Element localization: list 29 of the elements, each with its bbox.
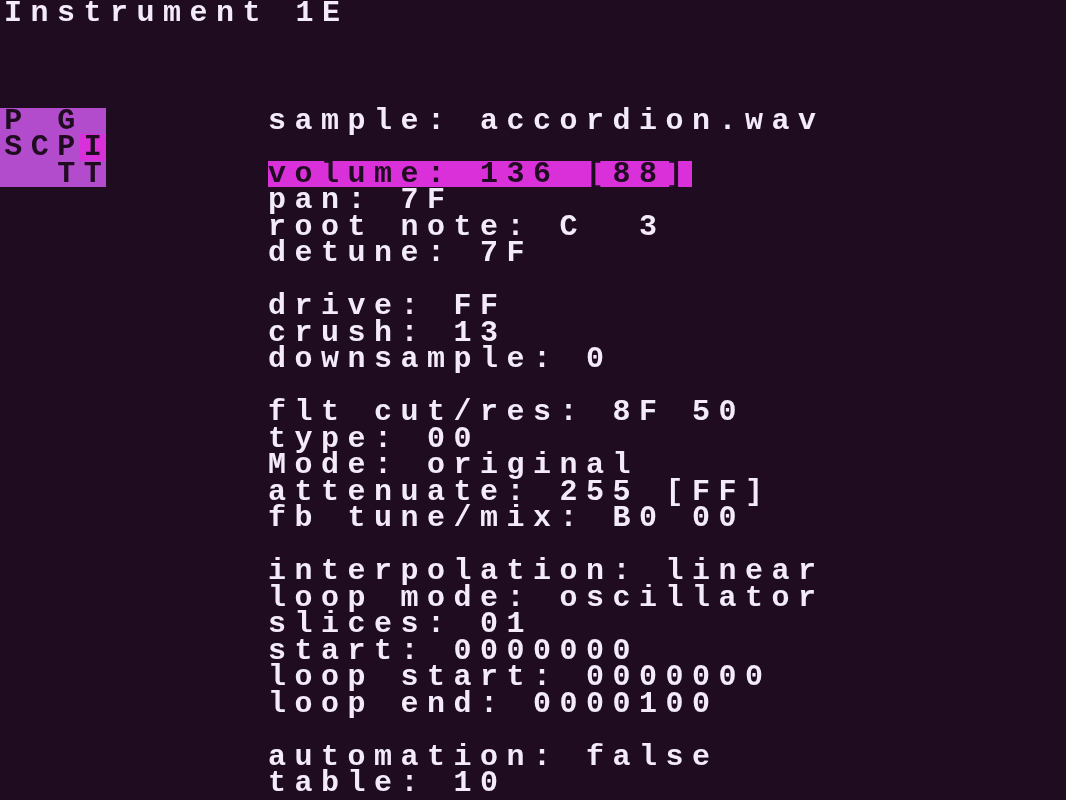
minimap-cell[interactable]: I [79, 134, 106, 161]
parameter-row[interactable]: downsample: 0 [268, 346, 613, 373]
minimap-cell[interactable]: G [53, 107, 80, 134]
parameter-row[interactable]: slices: 01 [268, 611, 534, 638]
parameter-row[interactable]: root note: C 3 [268, 213, 666, 240]
parameter-row[interactable]: table: 10 [268, 770, 507, 797]
parameter-row[interactable]: crush: 13 [268, 319, 507, 346]
minimap-cell[interactable]: T [79, 160, 106, 187]
parameter-row[interactable]: loop mode: oscillator [268, 584, 825, 611]
parameter-row[interactable]: drive: FF [268, 293, 507, 320]
parameter-row[interactable]: sample: accordion.wav [268, 107, 825, 134]
parameter-row[interactable]: type: 00 [268, 425, 481, 452]
minimap-cell[interactable]: C [26, 134, 53, 161]
parameter-row[interactable]: loop end: 0000100 [268, 690, 719, 717]
parameter-row[interactable]: Mode: original [268, 452, 640, 479]
parameter-row[interactable]: automation: false [268, 743, 719, 770]
parameter-row[interactable]: start: 0000000 [268, 637, 640, 664]
minimap-cell[interactable]: P [0, 107, 27, 134]
parameter-row[interactable]: fb tune/mix: B0 00 [268, 505, 746, 532]
parameter-row[interactable]: interpolation: linear [268, 558, 825, 585]
minimap-cell[interactable]: P [53, 134, 80, 161]
screen-title: Instrument 1E [3, 0, 349, 27]
parameter-row[interactable]: flt cut/res: 8F 50 [268, 399, 746, 426]
parameter-row[interactable]: loop start: 0000000 [268, 664, 772, 691]
parameter-row[interactable]: pan: 7F [268, 187, 454, 214]
minimap-cell[interactable]: T [53, 160, 80, 187]
minimap-cell[interactable]: S [0, 134, 27, 161]
parameter-row[interactable]: detune: 7F [268, 240, 534, 267]
parameter-row[interactable]: attenuate: 255 [FF] [268, 478, 772, 505]
